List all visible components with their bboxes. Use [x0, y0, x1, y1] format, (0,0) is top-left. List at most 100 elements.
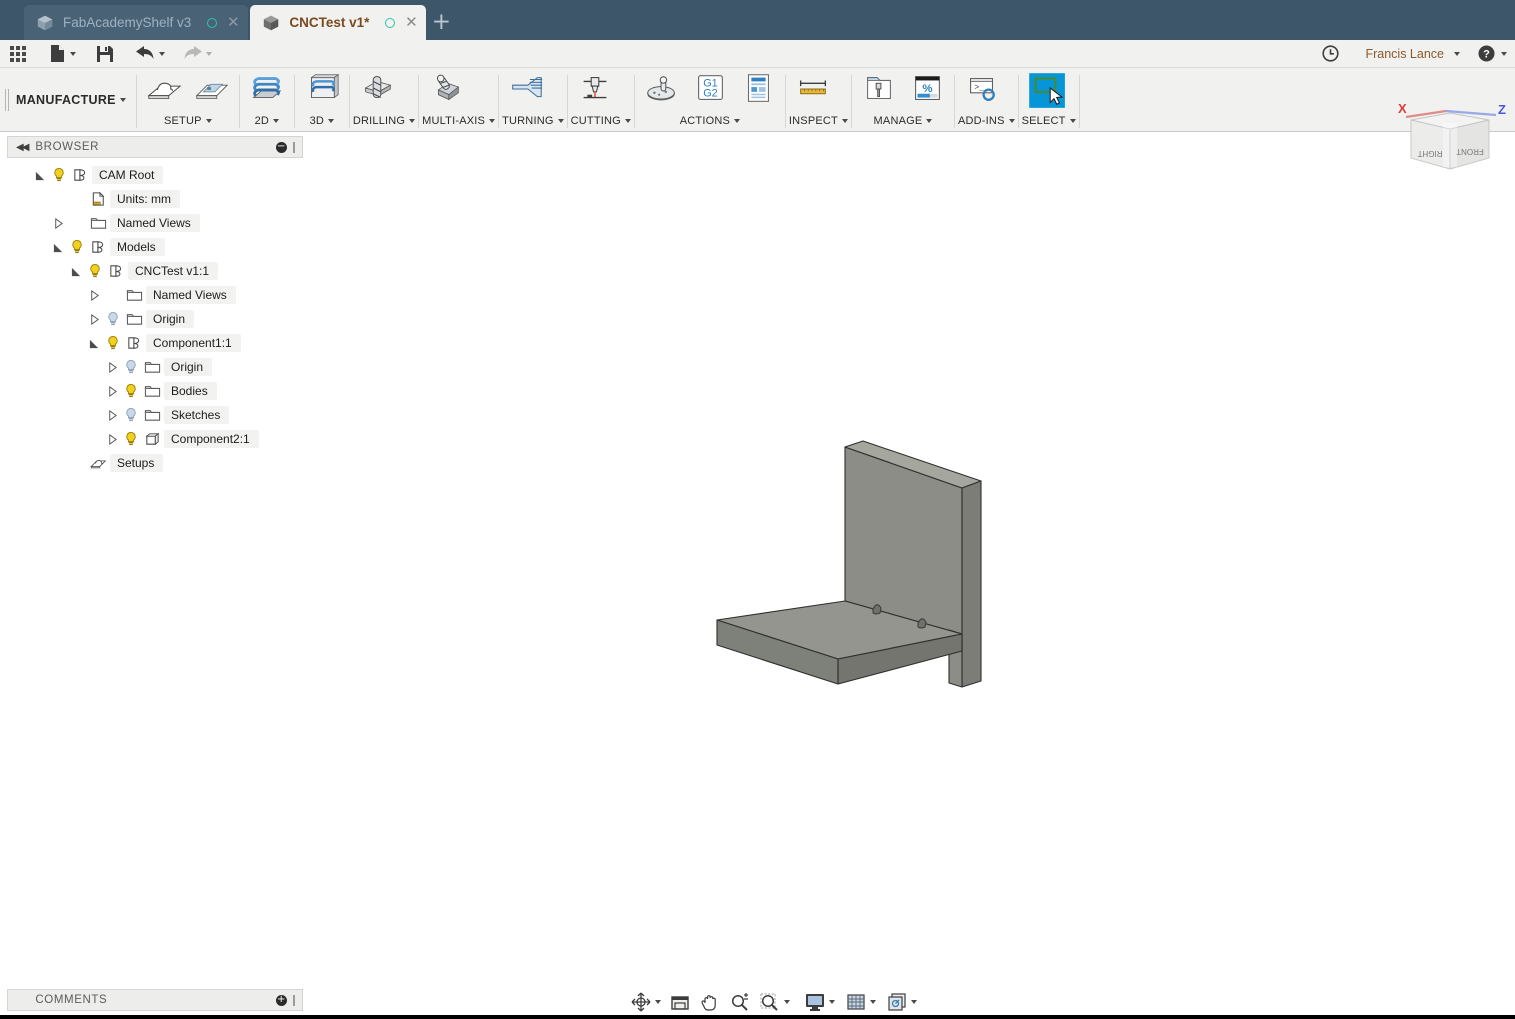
chevron-down-icon[interactable] — [829, 1000, 835, 1004]
tree-node-setups[interactable]: Setups — [7, 451, 303, 475]
tree-node-cnctest-v1-1[interactable]: CNCTest v1:1 — [7, 259, 303, 283]
ribbon-group-label[interactable]: SETUP — [140, 112, 236, 130]
pan-button[interactable] — [697, 989, 723, 1015]
measure-button[interactable] — [789, 68, 837, 106]
ribbon-group-label[interactable]: ACTIONS — [638, 112, 782, 130]
ribbon-group-label[interactable]: SELECT — [1022, 112, 1076, 130]
lightbulb-icon[interactable] — [51, 167, 67, 183]
lightbulb-icon[interactable] — [87, 263, 103, 279]
ribbon-group-label[interactable]: ADD-INS — [958, 112, 1015, 130]
chevron-down-icon[interactable] — [870, 1000, 876, 1004]
zoom-window-button[interactable] — [667, 989, 693, 1015]
new-setup-button[interactable] — [140, 68, 188, 106]
expand-arrow-closed-icon[interactable] — [101, 427, 123, 451]
toolpath-2d-button[interactable] — [243, 68, 291, 106]
chevron-down-icon[interactable] — [1454, 51, 1460, 56]
chevron-down-icon[interactable] — [784, 1000, 790, 1004]
viewports-button[interactable] — [884, 989, 919, 1015]
lightbulb-icon[interactable] — [123, 407, 139, 423]
lightbulb-icon[interactable] — [123, 359, 139, 375]
zoom-button[interactable] — [727, 989, 753, 1015]
cutting-button[interactable] — [571, 68, 619, 106]
ribbon-group-label[interactable]: DRILLING — [353, 112, 416, 130]
drilling-button[interactable] — [353, 68, 401, 106]
panel-resize-handle[interactable] — [293, 141, 295, 153]
redo-button[interactable] — [178, 40, 217, 68]
tree-node-origin[interactable]: Origin — [7, 355, 303, 379]
new-folder-button[interactable] — [188, 68, 236, 106]
tree-node-named-views[interactable]: Named Views — [7, 211, 303, 235]
close-icon[interactable]: ✕ — [404, 15, 418, 30]
user-name-label[interactable]: Francis Lance — [1365, 47, 1444, 61]
chevron-down-icon[interactable] — [911, 1000, 917, 1004]
viewport-canvas[interactable]: X Z RIGHT FRONT — [307, 101, 1515, 985]
fit-button[interactable] — [757, 989, 792, 1015]
app-grid-button[interactable] — [0, 40, 36, 68]
lightbulb-icon[interactable] — [105, 311, 121, 327]
expand-arrow-open-icon[interactable] — [29, 163, 51, 187]
tool-library-button[interactable] — [855, 68, 903, 106]
tree-node-sketches[interactable]: Sketches — [7, 403, 303, 427]
view-cube[interactable]: X Z RIGHT FRONT — [1388, 93, 1513, 177]
expand-arrow-open-icon[interactable] — [65, 259, 87, 283]
ribbon-group-label[interactable]: MANAGE — [855, 112, 951, 130]
document-tab-cnctest[interactable]: CNCTest v1* ✕ — [250, 5, 427, 40]
new-file-button[interactable] — [44, 40, 81, 68]
minimize-icon[interactable]: − — [276, 141, 287, 153]
lightbulb-icon[interactable] — [123, 431, 139, 447]
select-mode-button[interactable] — [1022, 68, 1070, 108]
tree-node-models[interactable]: Models — [7, 235, 303, 259]
ribbon-group-label[interactable]: TURNING — [502, 112, 564, 130]
machining-time-button[interactable]: % — [903, 68, 951, 106]
lightbulb-icon[interactable] — [123, 383, 139, 399]
collapse-left-icon[interactable]: ◀◀ — [16, 142, 29, 153]
lightbulb-icon[interactable] — [69, 239, 85, 255]
simulate-button[interactable] — [638, 68, 686, 106]
turning-button[interactable] — [502, 68, 550, 106]
expand-arrow-closed-icon[interactable] — [101, 355, 123, 379]
toolpath-3d-button[interactable] — [298, 68, 346, 106]
undo-button[interactable] — [131, 40, 170, 68]
multi-axis-button[interactable] — [422, 68, 470, 106]
setup-sheet-button[interactable] — [734, 68, 782, 106]
tree-node-origin[interactable]: Origin — [7, 307, 303, 331]
chevron-down-icon[interactable] — [1501, 51, 1507, 56]
expand-arrow-closed-icon[interactable] — [47, 211, 69, 235]
viewcube-face-front[interactable]: FRONT — [1456, 147, 1484, 156]
expand-arrow-closed-icon[interactable] — [83, 283, 105, 307]
recent-activity-button[interactable] — [1322, 45, 1340, 62]
tree-node-cam-root[interactable]: CAM Root — [7, 163, 303, 187]
ribbon-group-label[interactable]: 3D — [298, 112, 346, 130]
help-button[interactable]: ? — [1478, 45, 1495, 62]
tree-node-units-mm[interactable]: Units: mm — [7, 187, 303, 211]
tree-node-component2-1[interactable]: Component2:1 — [7, 427, 303, 451]
document-tab-fabacademyshelf[interactable]: FabAcademyShelf v3 ✕ — [24, 5, 249, 40]
tree-node-named-views[interactable]: Named Views — [7, 283, 303, 307]
expand-arrow-open-icon[interactable] — [83, 331, 105, 355]
ribbon-group-label[interactable]: CUTTING — [571, 112, 631, 130]
ribbon-group-label[interactable]: INSPECT — [789, 112, 848, 130]
expand-arrow-closed-icon[interactable] — [101, 403, 123, 427]
close-icon[interactable]: ✕ — [226, 15, 240, 30]
lightbulb-icon[interactable] — [105, 335, 121, 351]
ribbon-group-label[interactable]: MULTI-AXIS — [422, 112, 496, 130]
expand-arrow-closed-icon[interactable] — [83, 307, 105, 331]
new-tab-button[interactable]: + — [426, 5, 456, 40]
tree-node-component1-1[interactable]: Component1:1 — [7, 331, 303, 355]
ribbon-group-label[interactable]: 2D — [243, 112, 291, 130]
shelf-bracket-3d-model[interactable] — [697, 433, 1017, 703]
chevron-down-icon[interactable] — [655, 1000, 661, 1004]
expand-arrow-open-icon[interactable] — [47, 235, 69, 259]
expand-arrow-closed-icon[interactable] — [101, 379, 123, 403]
scripts-addins-button[interactable]: >_ — [958, 68, 1006, 106]
post-process-button[interactable]: G1 G2 — [686, 68, 734, 106]
save-button[interactable] — [91, 40, 119, 68]
tree-node-bodies[interactable]: Bodies — [7, 379, 303, 403]
grid-snaps-button[interactable] — [843, 989, 878, 1015]
orbit-button[interactable] — [628, 989, 663, 1015]
add-comment-icon[interactable]: + — [276, 994, 287, 1006]
workspace-switcher[interactable]: MANUFACTURE — [10, 68, 136, 131]
panel-resize-handle[interactable] — [293, 994, 295, 1006]
display-settings-button[interactable] — [802, 989, 837, 1015]
viewcube-face-right[interactable]: RIGHT — [1417, 149, 1442, 158]
